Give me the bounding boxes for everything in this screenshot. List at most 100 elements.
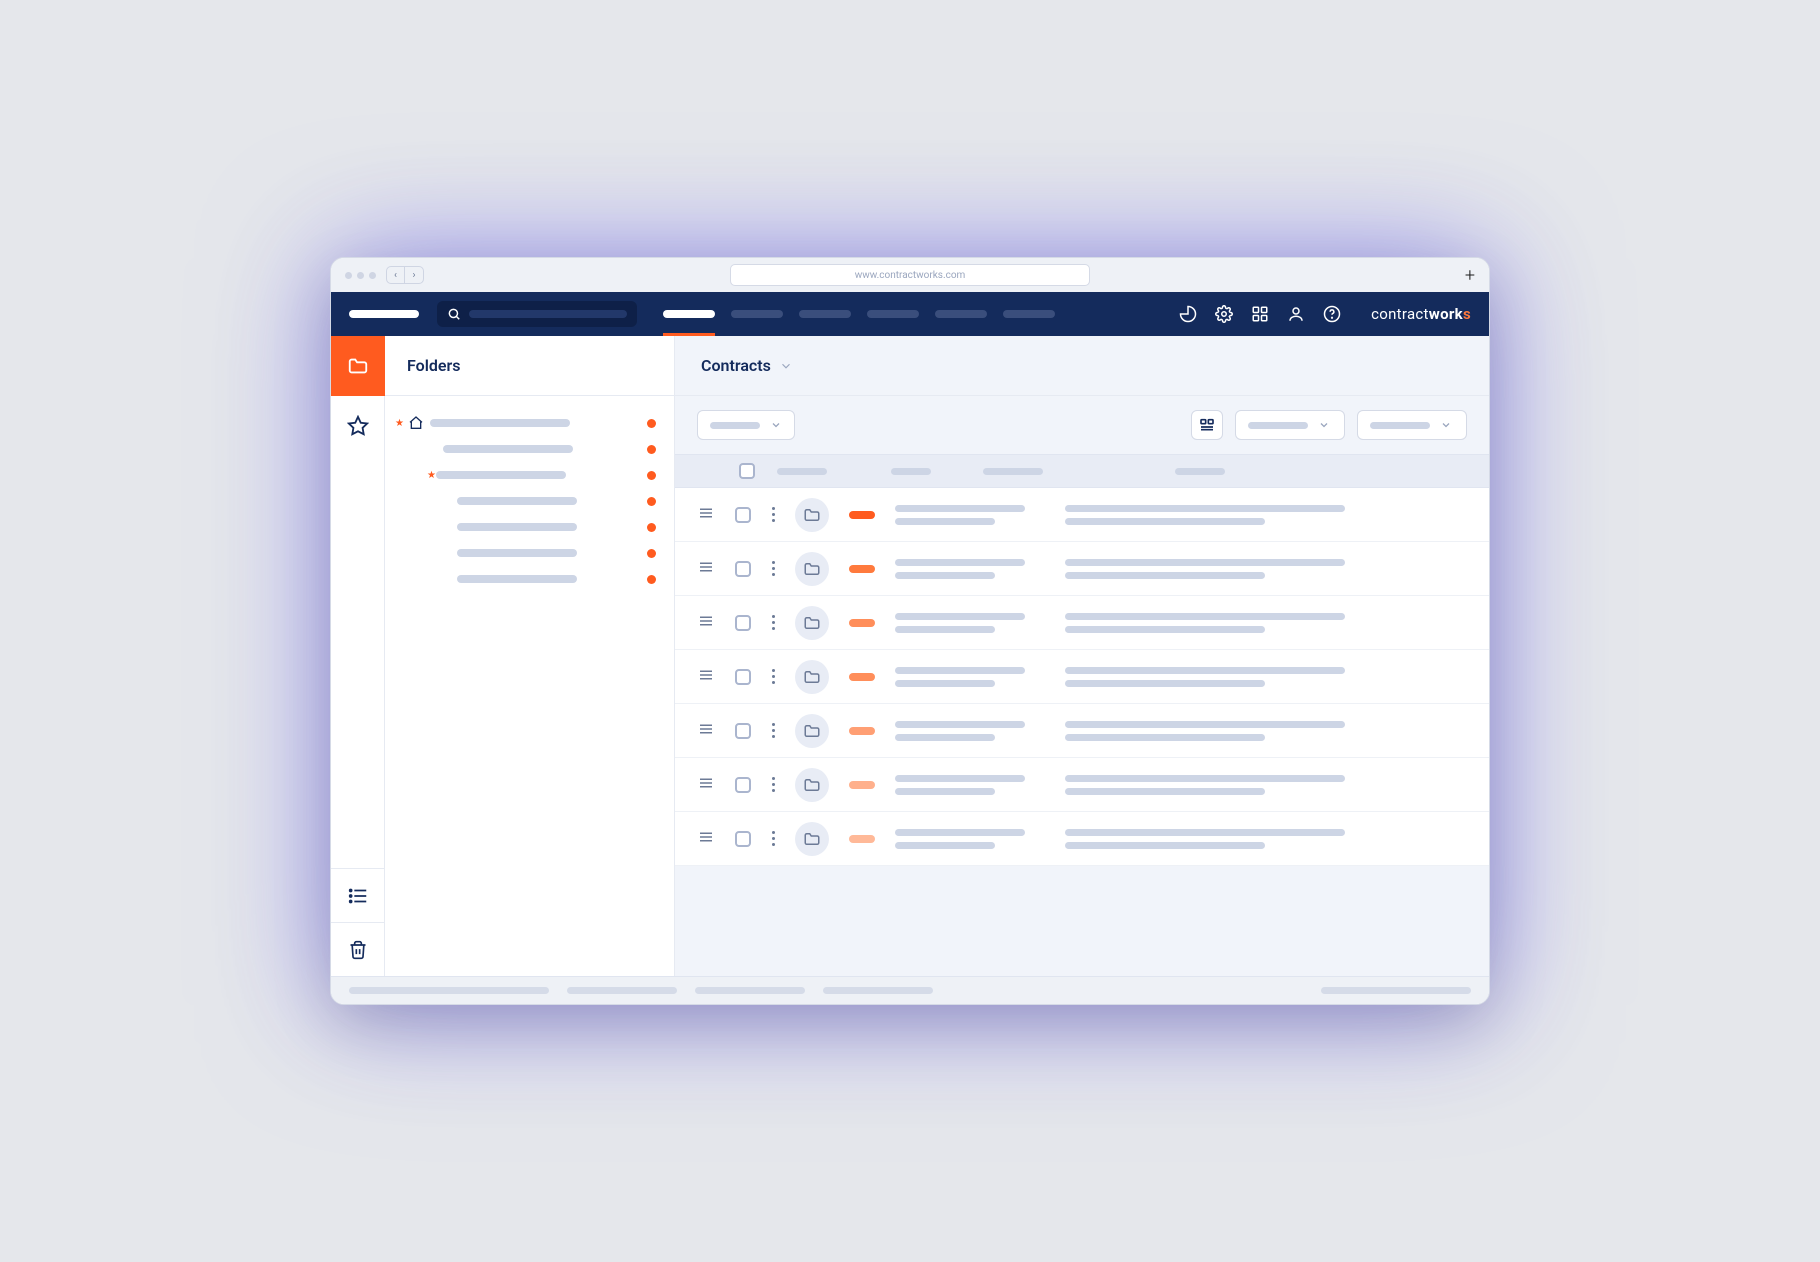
- window-controls[interactable]: [345, 272, 376, 279]
- status-tag: [849, 565, 875, 573]
- row-menu[interactable]: [771, 561, 775, 576]
- row-checkbox[interactable]: [735, 723, 751, 739]
- row-menu[interactable]: [771, 723, 775, 738]
- cell-detail: [1065, 559, 1467, 579]
- forward-button[interactable]: ›: [405, 267, 423, 283]
- column-header[interactable]: [983, 468, 1043, 475]
- folder-label: [457, 497, 577, 505]
- drag-handle[interactable]: [697, 828, 715, 850]
- cell-name: [895, 721, 1045, 741]
- row-menu[interactable]: [771, 777, 775, 792]
- rail-folders[interactable]: [331, 336, 385, 396]
- new-tab-button[interactable]: +: [1465, 265, 1475, 286]
- nav-tab-6[interactable]: [1003, 292, 1055, 336]
- item-type-icon: [795, 660, 829, 694]
- view-toggle[interactable]: [1191, 410, 1223, 440]
- rail-list[interactable]: [331, 868, 385, 922]
- column-header[interactable]: [891, 468, 931, 475]
- folder-tree-item[interactable]: ★: [395, 410, 656, 436]
- star-icon: ★: [395, 418, 404, 429]
- main-panel: Contracts: [675, 336, 1489, 976]
- drag-handle[interactable]: [697, 666, 715, 688]
- drag-handle[interactable]: [697, 774, 715, 796]
- table-row[interactable]: [675, 704, 1489, 758]
- table-row[interactable]: [675, 650, 1489, 704]
- nav-buttons[interactable]: ‹ ›: [386, 266, 424, 284]
- app-logo[interactable]: [349, 310, 419, 318]
- row-checkbox[interactable]: [735, 777, 751, 793]
- nav-tab-2[interactable]: [731, 292, 783, 336]
- nav-tab-3[interactable]: [799, 292, 851, 336]
- row-checkbox[interactable]: [735, 831, 751, 847]
- row-checkbox[interactable]: [735, 561, 751, 577]
- status-bar: [331, 976, 1489, 1004]
- drag-handle[interactable]: [697, 504, 715, 526]
- row-menu[interactable]: [771, 615, 775, 630]
- folder-label: [457, 575, 577, 583]
- folder-tree-item[interactable]: [395, 540, 656, 566]
- main-header: Contracts: [675, 336, 1489, 396]
- help-icon[interactable]: [1323, 305, 1341, 323]
- item-type-icon: [795, 552, 829, 586]
- folder-label: [436, 471, 566, 479]
- select-all-checkbox[interactable]: [739, 463, 755, 479]
- column-header[interactable]: [1175, 468, 1225, 475]
- table-row[interactable]: [675, 488, 1489, 542]
- drag-handle[interactable]: [697, 720, 715, 742]
- top-nav: contractworks: [331, 292, 1489, 336]
- rail-favorites[interactable]: [331, 396, 385, 456]
- status-tag: [849, 781, 875, 789]
- cell-detail: [1065, 775, 1467, 795]
- folder-tree-item[interactable]: [395, 566, 656, 592]
- sidebar-title: Folders: [385, 336, 674, 396]
- drag-handle[interactable]: [697, 612, 715, 634]
- status-tag: [849, 835, 875, 843]
- row-checkbox[interactable]: [735, 507, 751, 523]
- list-icon: [347, 885, 369, 907]
- table-row[interactable]: [675, 758, 1489, 812]
- folder-label: [443, 445, 573, 453]
- folder-tree-item[interactable]: [395, 488, 656, 514]
- item-type-icon: [795, 822, 829, 856]
- gear-icon[interactable]: [1215, 305, 1233, 323]
- status-tag: [849, 619, 875, 627]
- search-input[interactable]: [437, 301, 637, 327]
- row-menu[interactable]: [771, 831, 775, 846]
- nav-tab-4[interactable]: [867, 292, 919, 336]
- table-row[interactable]: [675, 812, 1489, 866]
- rail-trash[interactable]: [331, 922, 385, 976]
- nav-tab-1[interactable]: [663, 292, 715, 336]
- filter-button-1[interactable]: [697, 410, 795, 440]
- item-type-icon: [795, 498, 829, 532]
- back-button[interactable]: ‹: [387, 267, 405, 283]
- cell-detail: [1065, 613, 1467, 633]
- folder-label: [457, 549, 577, 557]
- drag-handle[interactable]: [697, 558, 715, 580]
- table-row[interactable]: [675, 596, 1489, 650]
- cell-detail: [1065, 667, 1467, 687]
- status-tag: [849, 673, 875, 681]
- search-icon: [447, 307, 461, 321]
- folder-tree-item[interactable]: [395, 436, 656, 462]
- item-type-icon: [795, 714, 829, 748]
- folder-tree-item[interactable]: [395, 514, 656, 540]
- filter-button-3[interactable]: [1357, 410, 1467, 440]
- cell-name: [895, 505, 1045, 525]
- main-title: Contracts: [701, 356, 771, 375]
- url-bar[interactable]: www.contractworks.com: [730, 264, 1090, 286]
- row-checkbox[interactable]: [735, 615, 751, 631]
- row-menu[interactable]: [771, 669, 775, 684]
- reports-icon[interactable]: [1179, 305, 1197, 323]
- row-menu[interactable]: [771, 507, 775, 522]
- grid-icon[interactable]: [1251, 305, 1269, 323]
- folder-tree: ★★: [385, 396, 674, 606]
- table-row[interactable]: [675, 542, 1489, 596]
- nav-tab-5[interactable]: [935, 292, 987, 336]
- user-icon[interactable]: [1287, 305, 1305, 323]
- column-header[interactable]: [777, 468, 827, 475]
- filter-button-2[interactable]: [1235, 410, 1345, 440]
- chevron-down-icon[interactable]: [779, 359, 793, 373]
- folder-tree-item[interactable]: ★: [395, 462, 656, 488]
- row-checkbox[interactable]: [735, 669, 751, 685]
- notification-dot: [647, 445, 656, 454]
